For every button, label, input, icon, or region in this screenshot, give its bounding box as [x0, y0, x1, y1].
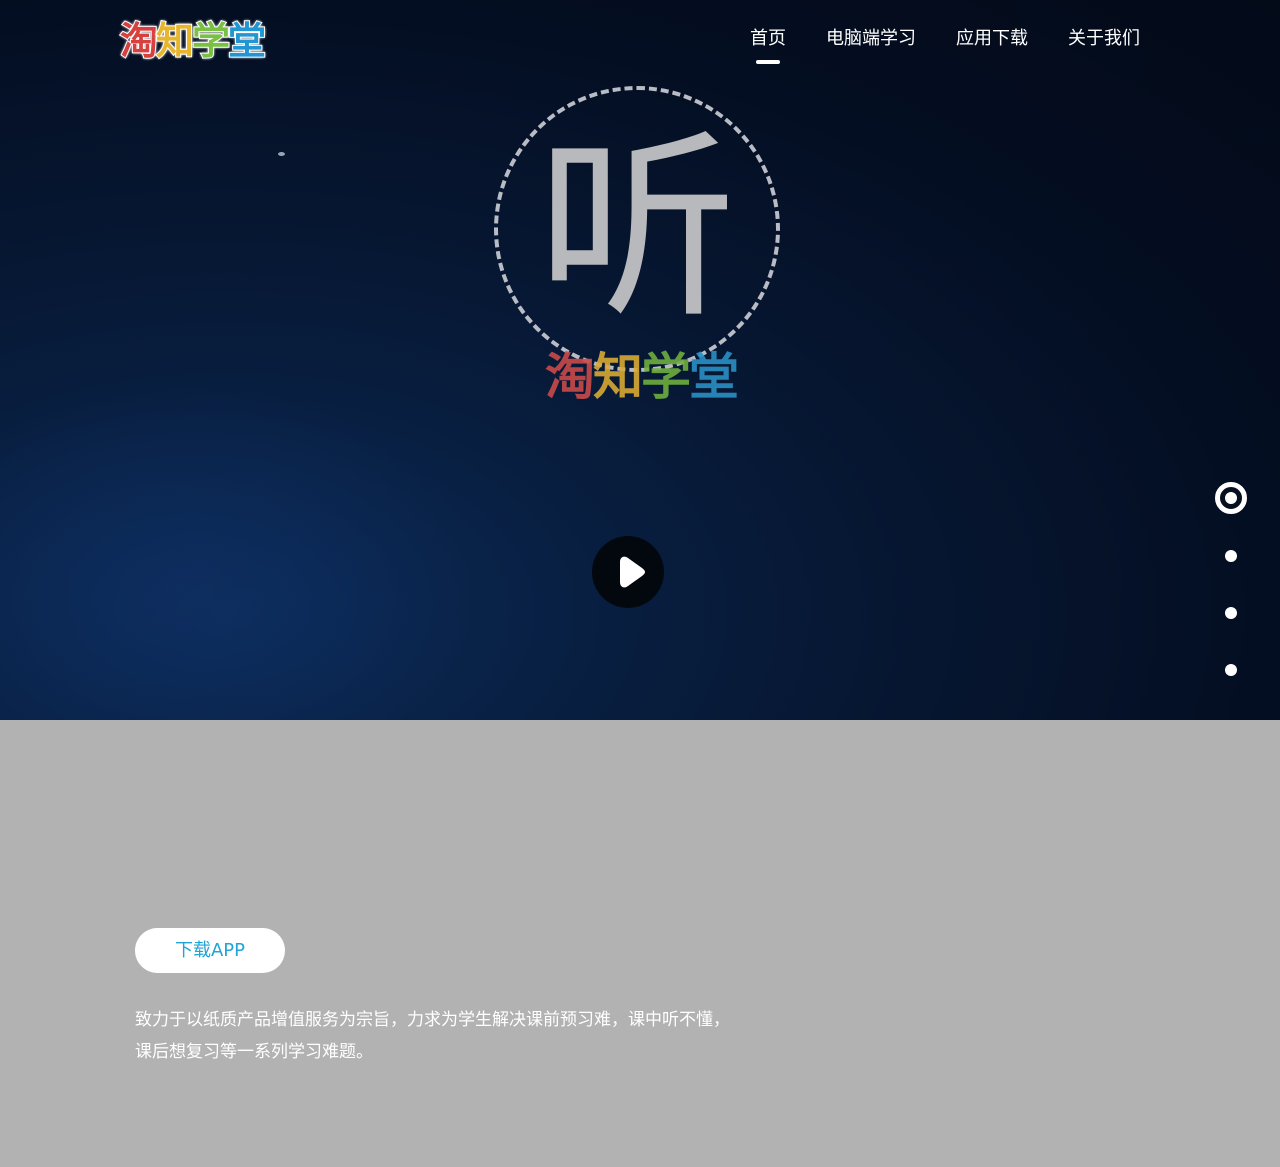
nav-home[interactable]: 首页: [750, 26, 786, 64]
main-nav: 首页 电脑端学习 应用下载 关于我们: [750, 26, 1140, 64]
section-dot-3[interactable]: [1225, 607, 1237, 619]
logo-char: 堂: [227, 18, 267, 64]
app-download-section: 下载APP 致力于以纸质产品增值服务为宗旨，力求为学生解决课前预习难，课中听不懂…: [0, 720, 1280, 1167]
section-dot-1[interactable]: [1215, 482, 1247, 514]
star-speck: [278, 152, 285, 156]
poster-character: 听: [536, 113, 737, 346]
poster-brand-char: 知: [593, 348, 643, 406]
nav-pc-learning[interactable]: 电脑端学习: [826, 26, 916, 52]
logo-char: 知: [155, 18, 195, 64]
poster-brand-logo: 淘 知 学 堂: [510, 346, 772, 408]
logo-char: 学: [191, 18, 231, 64]
site-logo[interactable]: 淘 知 学 堂: [119, 18, 267, 64]
poster-brand-char: 淘: [545, 348, 595, 406]
play-button[interactable]: [592, 536, 664, 608]
poster-brand-char: 学: [641, 348, 691, 406]
hero-glow: [0, 380, 480, 720]
nav-app-download[interactable]: 应用下载: [956, 26, 1028, 52]
hero-video-section[interactable]: 淘 知 学 堂 首页 电脑端学习 应用下载 关于我们 听 淘 知 学 堂: [0, 0, 1280, 720]
poster-brand-char: 堂: [689, 348, 739, 406]
download-app-button[interactable]: 下载APP: [135, 928, 285, 973]
play-icon: [620, 556, 645, 588]
section-dot-4[interactable]: [1225, 664, 1237, 676]
logo-char: 淘: [119, 18, 159, 64]
intro-text: 致力于以纸质产品增值服务为宗旨，力求为学生解决课前预习难，课中听不懂，课后想复习…: [135, 1010, 730, 1062]
nav-about-us[interactable]: 关于我们: [1068, 26, 1140, 52]
section-dot-2[interactable]: [1225, 550, 1237, 562]
